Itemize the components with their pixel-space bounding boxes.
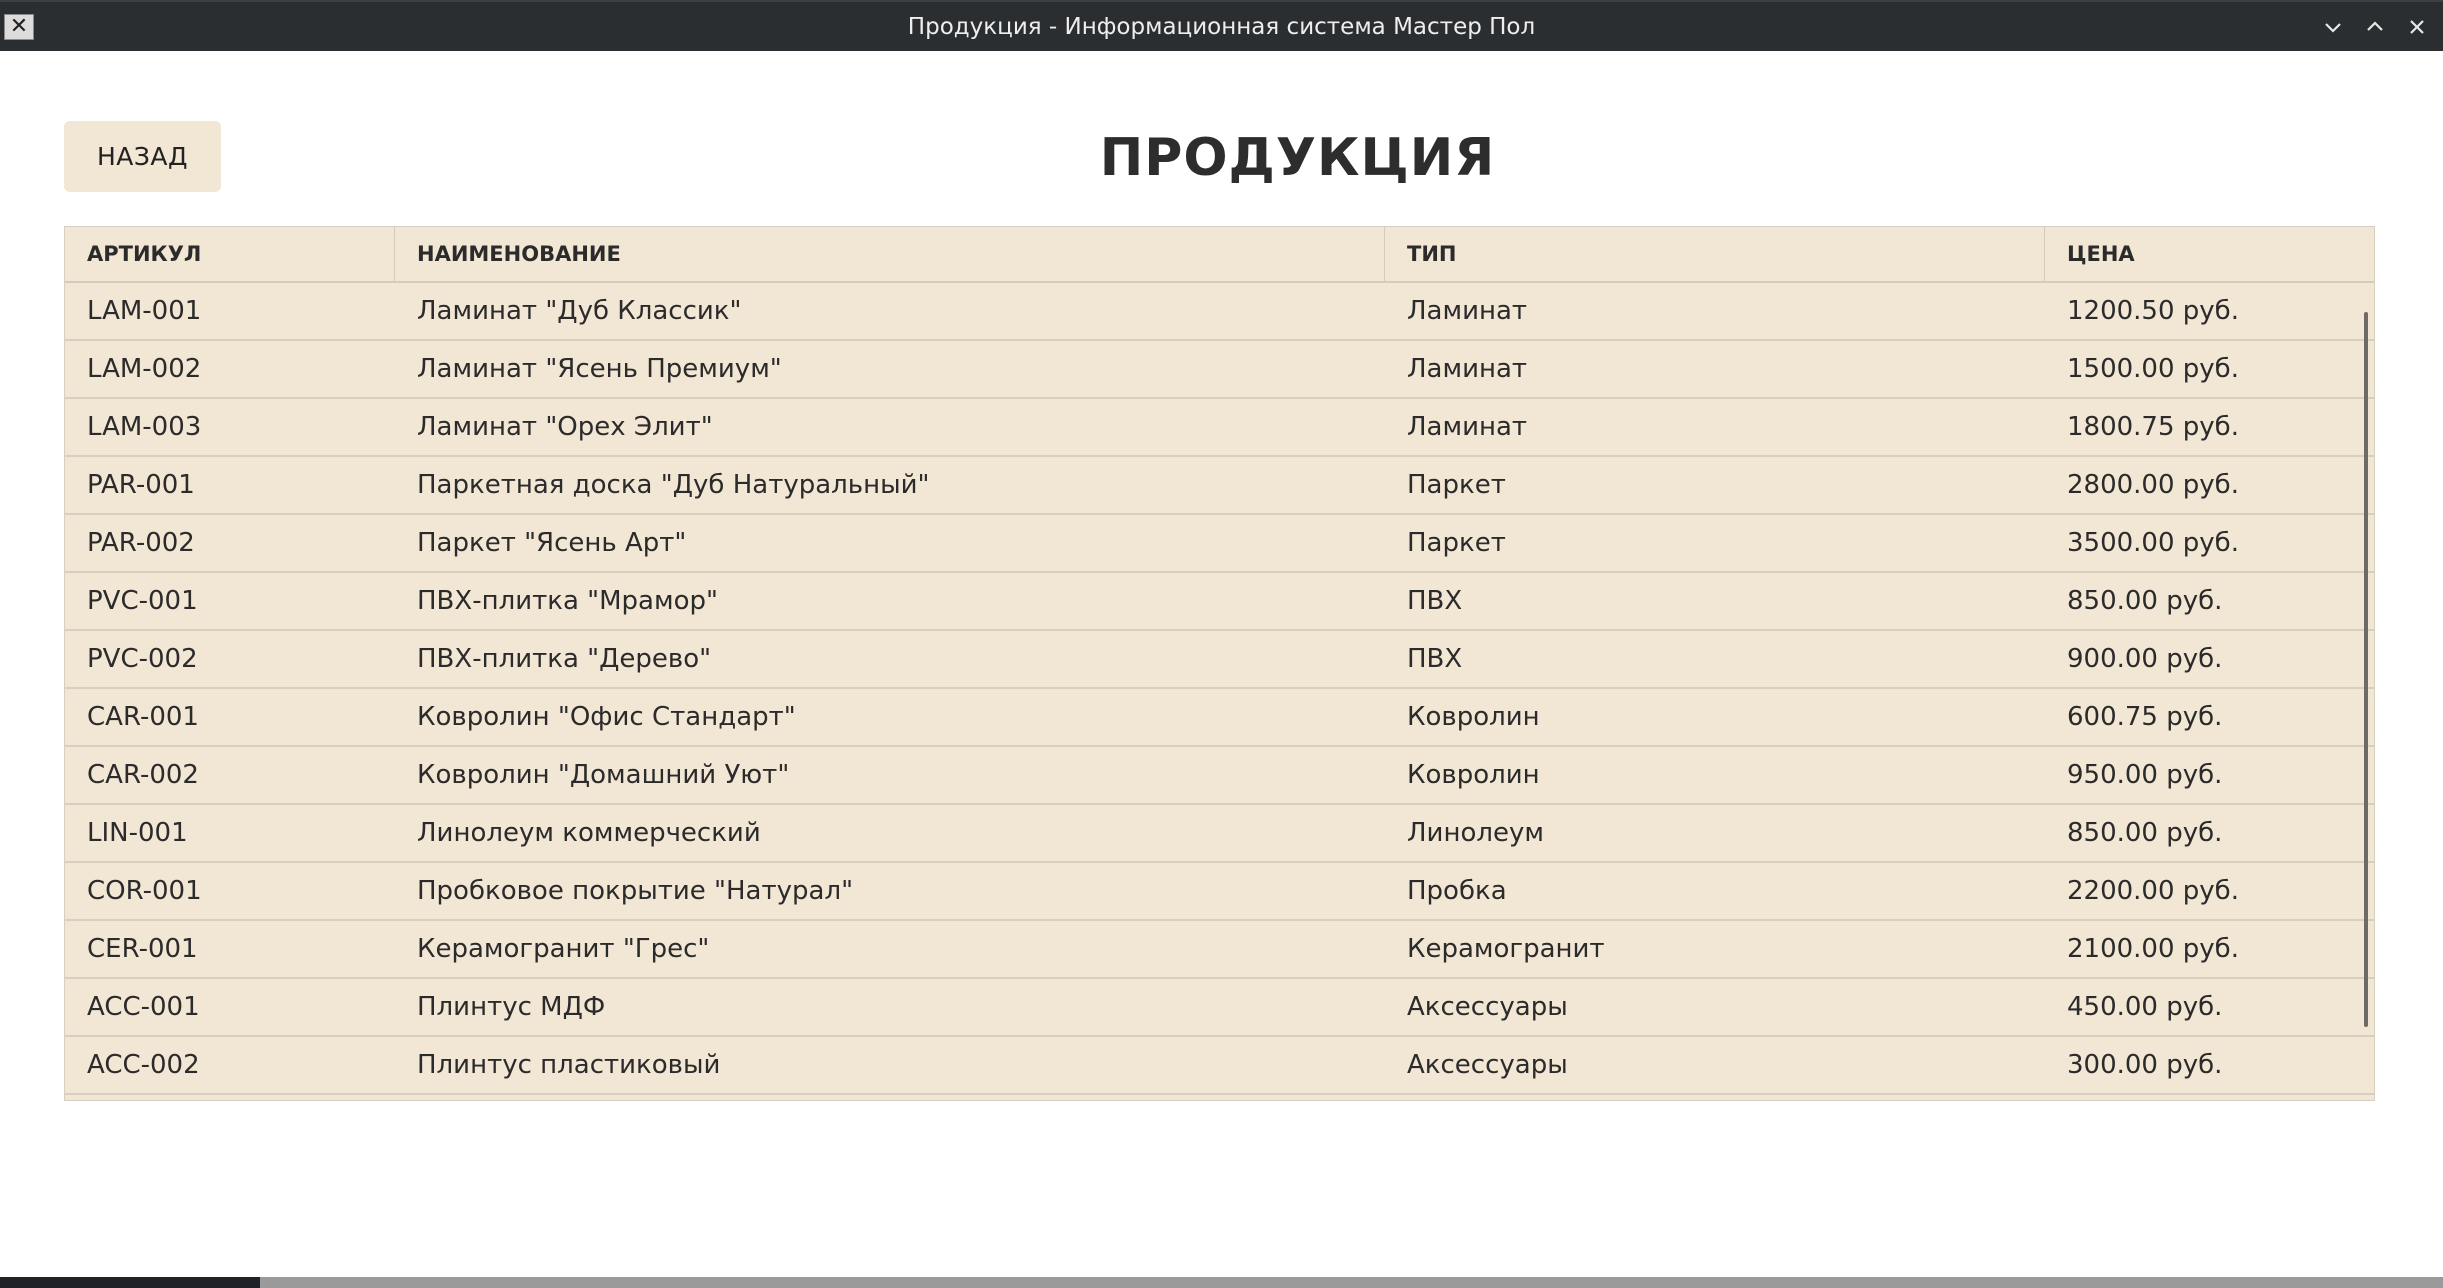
cell-type: Пробка — [1407, 876, 1507, 906]
maximize-icon[interactable] — [2357, 10, 2393, 44]
cell-name: Паркет "Ясень Арт" — [417, 528, 687, 558]
cell-name: Пробковое покрытие "Натурал" — [417, 876, 854, 906]
cell-article: CAR-001 — [87, 702, 199, 732]
cell-price: 2200.00 руб. — [2067, 876, 2239, 906]
cell-article: LAM-003 — [87, 412, 202, 442]
table-row[interactable]: PVC-002 ПВХ-плитка "Дерево" ПВХ 900.00 руб. — [65, 631, 2374, 689]
cell-article: ACC-002 — [87, 1050, 200, 1080]
cell-name: Ламинат "Ясень Премиум" — [417, 354, 782, 384]
window-controls — [2315, 10, 2435, 44]
column-header-article[interactable]: АРТИКУЛ — [65, 227, 395, 281]
cell-type: Ламинат — [1407, 412, 1528, 442]
table-row[interactable]: CAR-002 Ковролин "Домашний Уют" Ковролин 95… — [65, 747, 2374, 805]
cell-type: Паркет — [1407, 528, 1506, 558]
cell-name: Плинтус МДФ — [417, 992, 606, 1022]
cell-type: Ковролин — [1407, 702, 1540, 732]
cell-type: Линолеум — [1407, 818, 1544, 848]
cell-price: 1500.00 руб. — [2067, 354, 2239, 384]
table-body: LAM-001 Ламинат "Дуб Классик" Ламинат 1200.… — [65, 283, 2374, 1095]
cell-price: 850.00 руб. — [2067, 818, 2223, 848]
cell-name: Ламинат "Дуб Классик" — [417, 296, 742, 326]
table-row[interactable]: LAM-002 Ламинат "Ясень Премиум" Ламинат 150… — [65, 341, 2374, 399]
taskbar-item[interactable] — [0, 1277, 260, 1288]
cell-article: PVC-002 — [87, 644, 198, 674]
cell-name: Ковролин "Офис Стандарт" — [417, 702, 796, 732]
cell-type: ПВХ — [1407, 644, 1463, 674]
cell-type: Ковролин — [1407, 760, 1540, 790]
cell-price: 850.00 руб. — [2067, 586, 2223, 616]
column-header-type[interactable]: ТИП — [1385, 227, 2045, 281]
cell-article: CER-001 — [87, 934, 198, 964]
cell-price: 1200.50 руб. — [2067, 296, 2239, 326]
cell-price: 300.00 руб. — [2067, 1050, 2223, 1080]
cell-type: Керамогранит — [1407, 934, 1605, 964]
vertical-scrollbar[interactable] — [2364, 312, 2368, 1027]
products-table[interactable]: АРТИКУЛ НАИМЕНОВАНИЕ ТИП ЦЕНА LAM-001 Лам… — [64, 226, 2375, 1101]
cell-name: Линолеум коммерческий — [417, 818, 761, 848]
cell-price: 3500.00 руб. — [2067, 528, 2239, 558]
cell-article: LIN-001 — [87, 818, 188, 848]
cell-name: Керамогранит "Грес" — [417, 934, 710, 964]
column-header-name[interactable]: НАИМЕНОВАНИЕ — [395, 227, 1385, 281]
cell-article: LAM-002 — [87, 354, 202, 384]
close-icon[interactable] — [2399, 10, 2435, 44]
table-row[interactable]: CER-001 Керамогранит "Грес" Керамогранит 21… — [65, 921, 2374, 979]
cell-type: Ламинат — [1407, 296, 1528, 326]
page-title: ПРОДУКЦИЯ — [1099, 128, 1496, 188]
cell-type: Аксессуары — [1407, 1050, 1568, 1080]
cell-name: ПВХ-плитка "Мрамор" — [417, 586, 718, 616]
cell-type: Ламинат — [1407, 354, 1528, 384]
cell-type: Паркет — [1407, 470, 1506, 500]
cell-price: 450.00 руб. — [2067, 992, 2223, 1022]
table-row[interactable]: CAR-001 Ковролин "Офис Стандарт" Ковролин 6… — [65, 689, 2374, 747]
table-row[interactable]: ACC-002 Плинтус пластиковый Аксессуары 300.… — [65, 1037, 2374, 1095]
cell-article: LAM-001 — [87, 296, 202, 326]
table-row[interactable]: ACC-001 Плинтус МДФ Аксессуары 450.00 руб. — [65, 979, 2374, 1037]
minimize-icon[interactable] — [2315, 10, 2351, 44]
cell-price: 1800.75 руб. — [2067, 412, 2239, 442]
table-row[interactable]: LAM-003 Ламинат "Орех Элит" Ламинат 1800.75… — [65, 399, 2374, 457]
cell-article: PAR-001 — [87, 470, 195, 500]
cell-article: COR-001 — [87, 876, 202, 906]
cell-name: ПВХ-плитка "Дерево" — [417, 644, 712, 674]
table-row[interactable]: LAM-001 Ламинат "Дуб Классик" Ламинат 1200.… — [65, 283, 2374, 341]
table-header: АРТИКУЛ НАИМЕНОВАНИЕ ТИП ЦЕНА — [65, 227, 2374, 283]
cell-name: Ковролин "Домашний Уют" — [417, 760, 790, 790]
table-row[interactable]: LIN-001 Линолеум коммерческий Линолеум 850.… — [65, 805, 2374, 863]
cell-article: ACC-001 — [87, 992, 200, 1022]
cell-name: Паркетная доска "Дуб Натуральный" — [417, 470, 930, 500]
window-title: Продукция - Информационная система Масте… — [907, 13, 1536, 40]
cell-name: Плинтус пластиковый — [417, 1050, 721, 1080]
cell-type: ПВХ — [1407, 586, 1463, 616]
cell-price: 950.00 руб. — [2067, 760, 2223, 790]
cell-price: 2800.00 руб. — [2067, 470, 2239, 500]
back-button[interactable]: НАЗАД — [64, 121, 221, 192]
cell-article: PAR-002 — [87, 528, 195, 558]
taskbar — [0, 1277, 2443, 1288]
cell-type: Аксессуары — [1407, 992, 1568, 1022]
table-row[interactable]: PVC-001 ПВХ-плитка "Мрамор" ПВХ 850.00 руб. — [65, 573, 2374, 631]
application-window: ✕ Продукция - Информационная система Мас… — [0, 0, 2443, 1277]
column-header-price[interactable]: ЦЕНА — [2045, 227, 2374, 281]
title-bar[interactable]: ✕ Продукция - Информационная система Мас… — [0, 0, 2443, 51]
cell-article: CAR-002 — [87, 760, 199, 790]
table-row[interactable]: COR-001 Пробковое покрытие "Натурал" Пробк… — [65, 863, 2374, 921]
cell-price: 2100.00 руб. — [2067, 934, 2239, 964]
table-row[interactable]: PAR-001 Паркетная доска "Дуб Натуральный"… — [65, 457, 2374, 515]
cell-name: Ламинат "Орех Элит" — [417, 412, 713, 442]
cell-article: PVC-001 — [87, 586, 198, 616]
table-row[interactable]: PAR-002 Паркет "Ясень Арт" Паркет 3500.00 р… — [65, 515, 2374, 573]
cell-price: 900.00 руб. — [2067, 644, 2223, 674]
cell-price: 600.75 руб. — [2067, 702, 2223, 732]
